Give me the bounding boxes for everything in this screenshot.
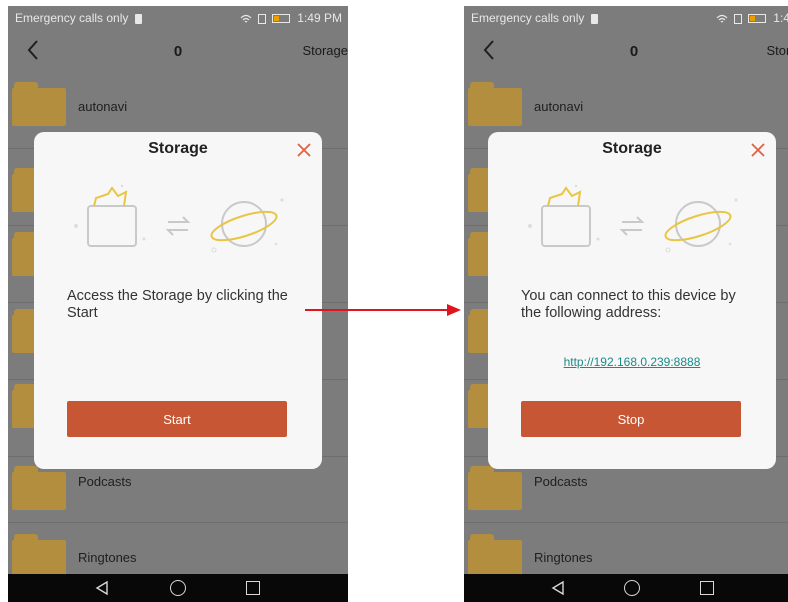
page-title: 0 [173,43,183,60]
nfc-icon [733,13,742,24]
folder-icon [468,82,522,126]
phone-screen-after: Emergency calls only 1:49 PM 0 Storage a… [464,6,788,602]
clock: 1:49 PM [297,11,342,25]
sim-icon [134,13,142,24]
wifi-icon [240,14,252,23]
folder-label: Podcasts [534,474,588,489]
folder-icon [468,466,522,510]
planet-icon [210,198,284,253]
folder-icon [12,466,66,510]
dialog-title: Storage [148,140,208,157]
folder-label: Podcasts [78,474,132,489]
clock: 1:49 PM [773,11,788,25]
stop-button[interactable]: Stop [521,401,741,437]
folder-label: autonavi [78,99,128,114]
folder-icon [528,184,600,247]
system-nav-bar [8,574,348,602]
nav-back-icon[interactable] [94,580,110,596]
dialog-title: Storage [602,140,662,157]
battery-icon [747,14,766,24]
status-bar: Emergency calls only 1:49 PM [8,6,348,30]
transition-arrow-icon [305,304,461,316]
server-address-link[interactable]: http://192.168.0.239:8888 [488,355,776,369]
transfer-icon [619,216,645,236]
storage-action-button[interactable]: Storage [766,43,788,58]
storage-dialog: Storage You can connect to this device b… [488,132,776,469]
status-bar: Emergency calls only 1:49 PM [464,6,788,30]
carrier-status: Emergency calls only [15,11,129,25]
folder-icon [12,534,66,578]
page-title: 0 [629,43,639,60]
battery-icon [271,14,290,24]
folder-icon [74,184,146,247]
app-bar: 0 Storage [464,32,788,72]
folder-label: Ringtones [78,550,137,565]
nfc-icon [257,13,266,24]
nav-home-icon[interactable] [624,580,640,596]
storage-dialog: Storage Access the Storage by clicking t… [34,132,322,469]
transfer-icon [165,216,191,236]
close-icon[interactable] [296,142,312,158]
nav-recents-icon[interactable] [246,581,260,595]
folder-label: autonavi [534,99,584,114]
nav-recents-icon[interactable] [700,581,714,595]
storage-action-button[interactable]: Storage [302,43,348,58]
system-nav-bar [464,574,788,602]
nav-home-icon[interactable] [170,580,186,596]
storage-illustration [74,184,284,253]
nav-back-icon[interactable] [550,580,566,596]
phone-screen-before: Emergency calls only 1:49 PM 0 Storage a… [8,6,348,602]
folder-label: Ringtones [534,550,593,565]
start-button[interactable]: Start [67,401,287,437]
folder-icon [468,534,522,578]
sim-icon [590,13,598,24]
app-bar: 0 Storage [8,32,348,72]
close-icon[interactable] [750,142,766,158]
storage-illustration [528,184,738,253]
carrier-status: Emergency calls only [471,11,585,25]
wifi-icon [716,14,728,23]
planet-icon [664,198,738,253]
folder-icon [12,82,66,126]
dialog-message: Access the Storage by clicking the Start [67,288,288,321]
dialog-message: You can connect to this device by the fo… [521,288,736,321]
